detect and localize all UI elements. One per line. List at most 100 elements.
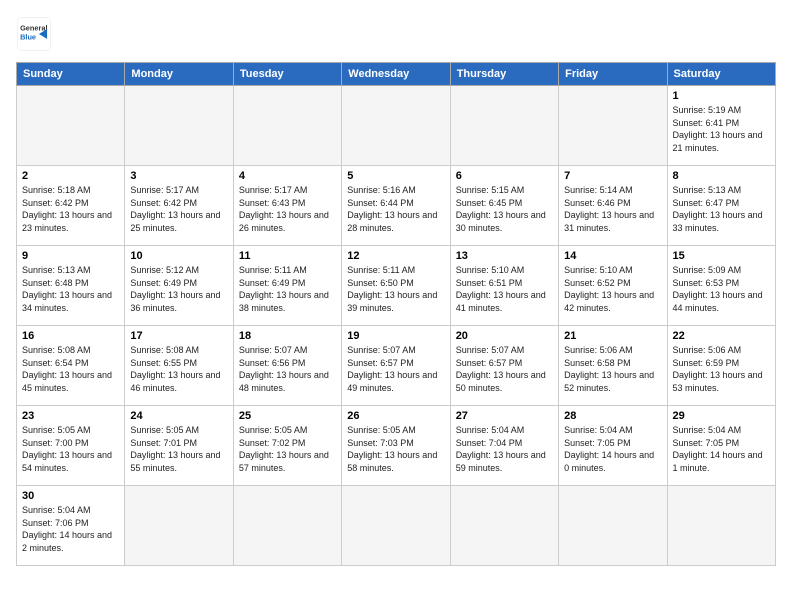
calendar-cell: [450, 86, 558, 166]
weekday-header-monday: Monday: [125, 63, 233, 86]
logo: General Blue: [16, 16, 52, 52]
calendar-cell: [233, 86, 341, 166]
day-info: Sunrise: 5:04 AM Sunset: 7:04 PM Dayligh…: [456, 424, 553, 474]
day-info: Sunrise: 5:11 AM Sunset: 6:50 PM Dayligh…: [347, 264, 444, 314]
calendar-cell: [559, 486, 667, 566]
day-info: Sunrise: 5:11 AM Sunset: 6:49 PM Dayligh…: [239, 264, 336, 314]
day-info: Sunrise: 5:06 AM Sunset: 6:59 PM Dayligh…: [673, 344, 770, 394]
day-number: 30: [22, 490, 119, 502]
weekday-header-sunday: Sunday: [17, 63, 125, 86]
weekday-header-tuesday: Tuesday: [233, 63, 341, 86]
day-number: 24: [130, 410, 227, 422]
day-info: Sunrise: 5:08 AM Sunset: 6:55 PM Dayligh…: [130, 344, 227, 394]
day-number: 4: [239, 170, 336, 182]
calendar-cell: 2Sunrise: 5:18 AM Sunset: 6:42 PM Daylig…: [17, 166, 125, 246]
day-info: Sunrise: 5:07 AM Sunset: 6:57 PM Dayligh…: [456, 344, 553, 394]
day-number: 18: [239, 330, 336, 342]
day-number: 23: [22, 410, 119, 422]
calendar-table: SundayMondayTuesdayWednesdayThursdayFrid…: [16, 62, 776, 566]
calendar-cell: 6 Sunrise: 5:15 AM Sunset: 6:45 PM Daylig…: [450, 166, 558, 246]
day-number: 26: [347, 410, 444, 422]
calendar-cell: [450, 486, 558, 566]
day-info: Sunrise: 5:18 AM Sunset: 6:42 PM Dayligh…: [22, 184, 119, 234]
weekday-header-friday: Friday: [559, 63, 667, 86]
day-info: Sunrise: 5:04 AM Sunset: 7:05 PM Dayligh…: [564, 424, 661, 474]
calendar-cell: 20 Sunrise: 5:07 AM Sunset: 6:57 PM Dayli…: [450, 326, 558, 406]
calendar-cell: 26 Sunrise: 5:05 AM Sunset: 7:03 PM Dayli…: [342, 406, 450, 486]
calendar-cell: 16Sunrise: 5:08 AM Sunset: 6:54 PM Dayli…: [17, 326, 125, 406]
calendar-cell: 7 Sunrise: 5:14 AM Sunset: 6:46 PM Daylig…: [559, 166, 667, 246]
day-info: Sunrise: 5:05 AM Sunset: 7:02 PM Dayligh…: [239, 424, 336, 474]
calendar-cell: [233, 486, 341, 566]
day-info: Sunrise: 5:07 AM Sunset: 6:56 PM Dayligh…: [239, 344, 336, 394]
day-number: 8: [673, 170, 770, 182]
weekday-header-thursday: Thursday: [450, 63, 558, 86]
day-info: Sunrise: 5:06 AM Sunset: 6:58 PM Dayligh…: [564, 344, 661, 394]
day-info: Sunrise: 5:16 AM Sunset: 6:44 PM Dayligh…: [347, 184, 444, 234]
calendar-cell: [342, 486, 450, 566]
calendar-cell: 18 Sunrise: 5:07 AM Sunset: 6:56 PM Dayli…: [233, 326, 341, 406]
calendar-cell: 8 Sunrise: 5:13 AM Sunset: 6:47 PM Daylig…: [667, 166, 775, 246]
weekday-header-saturday: Saturday: [667, 63, 775, 86]
day-number: 5: [347, 170, 444, 182]
calendar-cell: 24Sunrise: 5:05 AM Sunset: 7:01 PM Dayli…: [125, 406, 233, 486]
day-number: 9: [22, 250, 119, 262]
day-number: 17: [130, 330, 227, 342]
day-number: 11: [239, 250, 336, 262]
calendar-cell: 13 Sunrise: 5:10 AM Sunset: 6:51 PM Dayli…: [450, 246, 558, 326]
day-info: Sunrise: 5:17 AM Sunset: 6:43 PM Dayligh…: [239, 184, 336, 234]
calendar-cell: 15 Sunrise: 5:09 AM Sunset: 6:53 PM Dayli…: [667, 246, 775, 326]
day-number: 6: [456, 170, 553, 182]
day-info: Sunrise: 5:09 AM Sunset: 6:53 PM Dayligh…: [673, 264, 770, 314]
calendar-cell: 10Sunrise: 5:12 AM Sunset: 6:49 PM Dayli…: [125, 246, 233, 326]
day-number: 15: [673, 250, 770, 262]
day-info: Sunrise: 5:04 AM Sunset: 7:05 PM Dayligh…: [673, 424, 770, 474]
calendar-cell: 3Sunrise: 5:17 AM Sunset: 6:42 PM Daylig…: [125, 166, 233, 246]
calendar-cell: 1Sunrise: 5:19 AM Sunset: 6:41 PM Daylig…: [667, 86, 775, 166]
calendar-cell: [17, 86, 125, 166]
day-info: Sunrise: 5:13 AM Sunset: 6:47 PM Dayligh…: [673, 184, 770, 234]
day-info: Sunrise: 5:05 AM Sunset: 7:03 PM Dayligh…: [347, 424, 444, 474]
day-number: 19: [347, 330, 444, 342]
day-number: 12: [347, 250, 444, 262]
day-number: 22: [673, 330, 770, 342]
day-number: 29: [673, 410, 770, 422]
calendar-cell: 14 Sunrise: 5:10 AM Sunset: 6:52 PM Dayli…: [559, 246, 667, 326]
day-number: 27: [456, 410, 553, 422]
day-number: 25: [239, 410, 336, 422]
calendar-cell: 25 Sunrise: 5:05 AM Sunset: 7:02 PM Dayli…: [233, 406, 341, 486]
weekday-header-wednesday: Wednesday: [342, 63, 450, 86]
day-info: Sunrise: 5:15 AM Sunset: 6:45 PM Dayligh…: [456, 184, 553, 234]
calendar-cell: 17 Sunrise: 5:08 AM Sunset: 6:55 PM Dayli…: [125, 326, 233, 406]
day-number: 3: [130, 170, 227, 182]
calendar-cell: 11 Sunrise: 5:11 AM Sunset: 6:49 PM Dayli…: [233, 246, 341, 326]
day-info: Sunrise: 5:13 AM Sunset: 6:48 PM Dayligh…: [22, 264, 119, 314]
calendar-cell: 22 Sunrise: 5:06 AM Sunset: 6:59 PM Dayli…: [667, 326, 775, 406]
day-number: 28: [564, 410, 661, 422]
calendar-cell: [125, 486, 233, 566]
day-number: 1: [673, 90, 770, 102]
day-info: Sunrise: 5:05 AM Sunset: 7:00 PM Dayligh…: [22, 424, 119, 474]
calendar-cell: [559, 86, 667, 166]
day-info: Sunrise: 5:10 AM Sunset: 6:52 PM Dayligh…: [564, 264, 661, 314]
day-info: Sunrise: 5:10 AM Sunset: 6:51 PM Dayligh…: [456, 264, 553, 314]
day-number: 13: [456, 250, 553, 262]
svg-text:Blue: Blue: [20, 33, 36, 42]
logo-icon: General Blue: [16, 16, 52, 52]
calendar-cell: 30Sunrise: 5:04 AM Sunset: 7:06 PM Dayli…: [17, 486, 125, 566]
day-info: Sunrise: 5:14 AM Sunset: 6:46 PM Dayligh…: [564, 184, 661, 234]
day-number: 14: [564, 250, 661, 262]
day-number: 16: [22, 330, 119, 342]
calendar-cell: [125, 86, 233, 166]
calendar-cell: [342, 86, 450, 166]
day-info: Sunrise: 5:07 AM Sunset: 6:57 PM Dayligh…: [347, 344, 444, 394]
calendar-cell: 21Sunrise: 5:06 AM Sunset: 6:58 PM Dayli…: [559, 326, 667, 406]
calendar-cell: 29 Sunrise: 5:04 AM Sunset: 7:05 PM Dayli…: [667, 406, 775, 486]
calendar-cell: 19 Sunrise: 5:07 AM Sunset: 6:57 PM Dayli…: [342, 326, 450, 406]
calendar-cell: 28 Sunrise: 5:04 AM Sunset: 7:05 PM Dayli…: [559, 406, 667, 486]
calendar-cell: 12 Sunrise: 5:11 AM Sunset: 6:50 PM Dayli…: [342, 246, 450, 326]
day-info: Sunrise: 5:12 AM Sunset: 6:49 PM Dayligh…: [130, 264, 227, 314]
day-number: 20: [456, 330, 553, 342]
day-number: 7: [564, 170, 661, 182]
calendar-cell: 5 Sunrise: 5:16 AM Sunset: 6:44 PM Daylig…: [342, 166, 450, 246]
